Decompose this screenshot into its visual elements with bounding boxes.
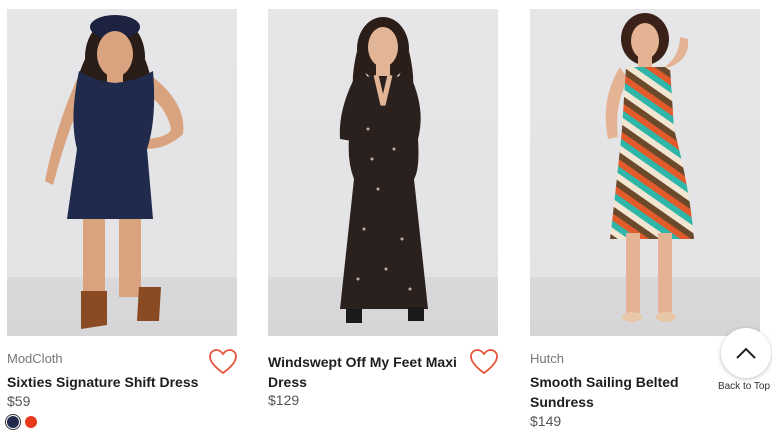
product-price: $59 bbox=[7, 393, 31, 409]
product-card-3[interactable]: Hutch Smooth Sailing Belted Sundress $14… bbox=[530, 0, 762, 429]
product-price: $149 bbox=[530, 413, 562, 429]
product-name[interactable]: Windswept Off My Feet Maxi Dress bbox=[268, 352, 468, 392]
back-to-top-label: Back to Top bbox=[717, 381, 771, 392]
product-card-2[interactable]: Windswept Off My Feet Maxi Dress $129 bbox=[268, 0, 500, 408]
navy-shift-dress-photo bbox=[45, 15, 184, 329]
color-swatches bbox=[7, 416, 37, 428]
product-name[interactable]: Smooth Sailing Belted Sundress bbox=[530, 372, 730, 412]
product-card-1[interactable]: ModCloth Sixties Signature Shift Dress $… bbox=[7, 0, 239, 428]
product-name[interactable]: Sixties Signature Shift Dress bbox=[7, 372, 207, 392]
floral-maxi-dress-photo bbox=[339, 17, 428, 323]
product-brand: Hutch bbox=[530, 351, 564, 366]
back-to-top-circle[interactable] bbox=[721, 328, 771, 378]
product-image[interactable] bbox=[7, 9, 237, 336]
striped-sundress-photo bbox=[605, 13, 694, 322]
swatch-navy[interactable] bbox=[7, 416, 19, 428]
back-to-top-button[interactable]: Back to Top bbox=[718, 328, 772, 392]
heart-icon[interactable] bbox=[469, 348, 499, 376]
heart-icon[interactable] bbox=[208, 348, 238, 376]
product-image[interactable] bbox=[268, 9, 498, 336]
product-image[interactable] bbox=[530, 9, 760, 336]
product-price: $129 bbox=[268, 392, 300, 408]
product-brand: ModCloth bbox=[7, 351, 63, 366]
swatch-red[interactable] bbox=[25, 416, 37, 428]
chevron-up-icon bbox=[736, 347, 756, 359]
